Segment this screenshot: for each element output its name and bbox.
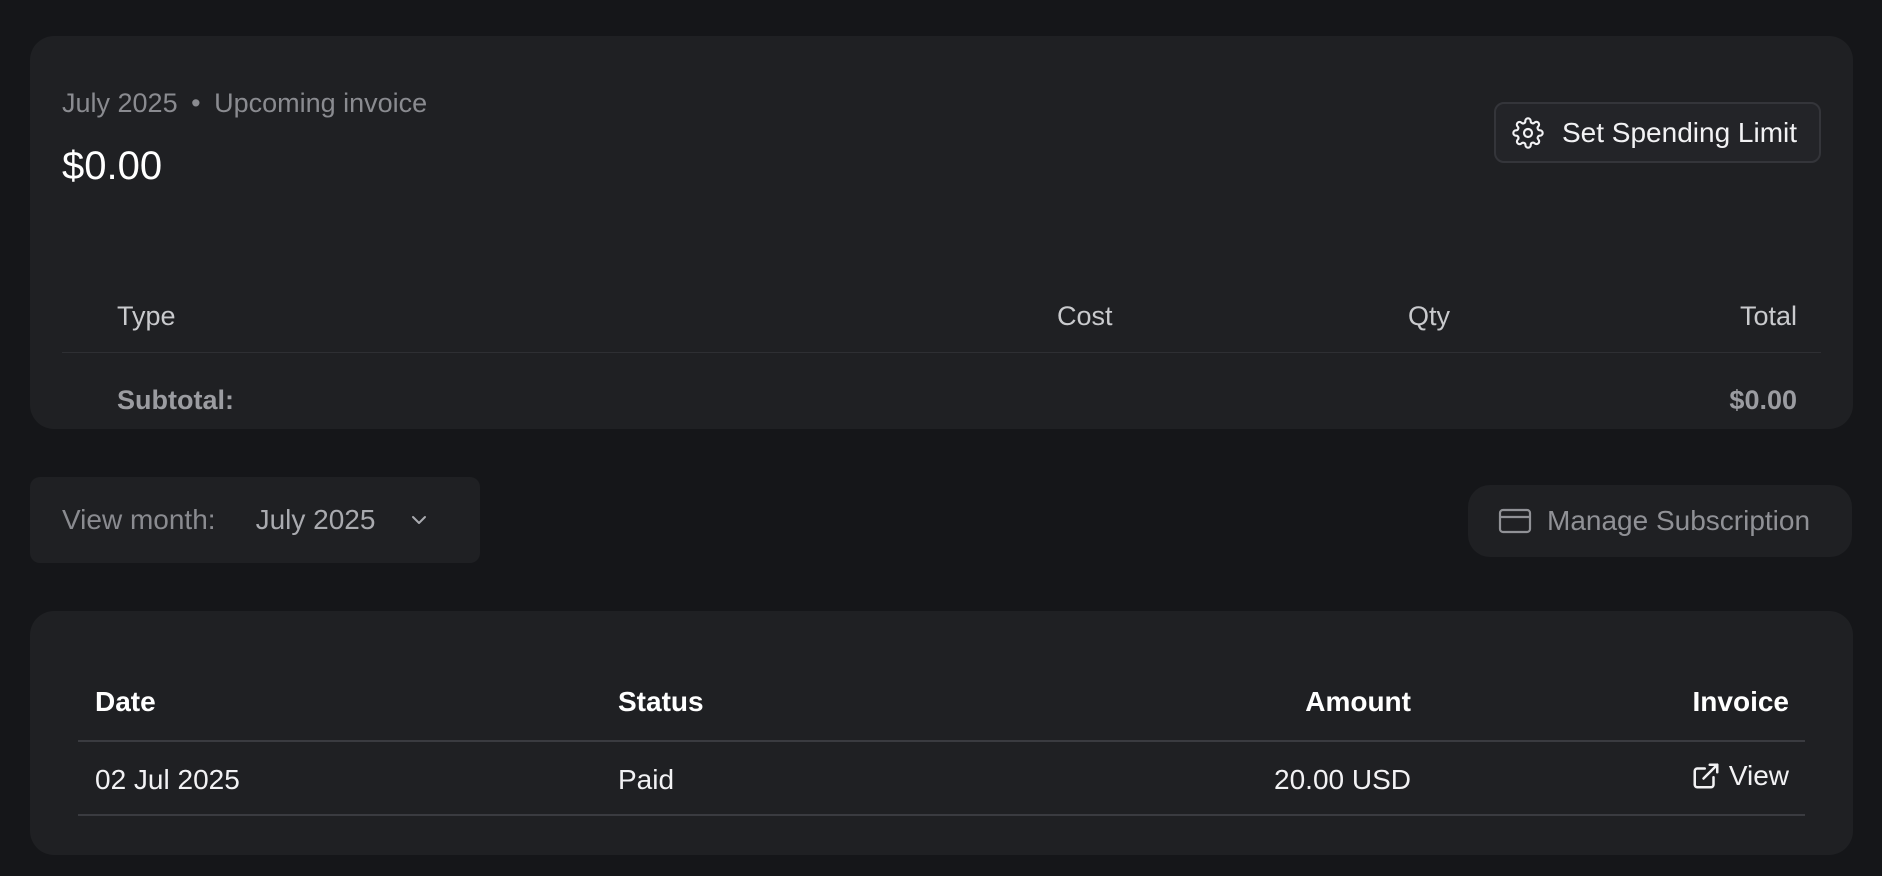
upcoming-invoice-card: July 2025 • Upcoming invoice $0.00 Set S…	[30, 36, 1853, 429]
view-month-value: July 2025	[255, 504, 376, 535]
view-invoice-label: View	[1728, 760, 1789, 791]
set-spending-limit-button[interactable]: Set Spending Limit	[1494, 102, 1821, 163]
header-date: Date	[95, 686, 156, 717]
external-link-icon	[1693, 763, 1719, 789]
header-cost: Cost	[1057, 301, 1113, 331]
chevron-down-icon	[412, 516, 427, 524]
row-date: 02 Jul 2025	[95, 764, 240, 795]
header-status: Status	[618, 686, 704, 717]
view-invoice-link[interactable]: View	[1691, 760, 1789, 792]
gear-icon	[1512, 116, 1544, 149]
manage-subscription-button[interactable]: Manage Subscription	[1468, 485, 1852, 557]
subtotal-row: Subtotal: $0.00	[62, 353, 1821, 431]
row-amount: 20.00 USD	[1274, 764, 1411, 795]
table-row: 02 Jul 2025 Paid 20.00 USD View	[78, 742, 1805, 816]
invoice-period: July 2025 • Upcoming invoice	[62, 88, 427, 119]
invoice-items-table: Type Cost Qty Total Subtotal: $0.00	[62, 266, 1821, 431]
manage-subscription-label: Manage Subscription	[1547, 505, 1811, 536]
view-month-label: View month:	[62, 504, 216, 535]
invoice-table-header: Type Cost Qty Total	[62, 266, 1821, 353]
header-amount: Amount	[1305, 686, 1411, 717]
invoice-history-card: Date Status Amount Invoice 02 Jul 2025 P…	[30, 611, 1853, 855]
view-month-dropdown[interactable]: View month: July 2025	[30, 477, 480, 563]
history-table-header: Date Status Amount Invoice	[78, 666, 1805, 742]
set-spending-limit-label: Set Spending Limit	[1562, 116, 1798, 148]
invoice-month: July 2025	[62, 88, 178, 118]
invoice-amount: $0.00	[62, 144, 163, 188]
header-total: Total	[1739, 301, 1797, 331]
subtotal-value: $0.00	[1729, 385, 1797, 415]
header-type: Type	[117, 301, 176, 331]
invoice-status-label: Upcoming invoice	[214, 88, 428, 118]
header-qty: Qty	[1408, 301, 1451, 331]
separator-dot: •	[191, 88, 201, 118]
header-invoice: Invoice	[1692, 686, 1789, 717]
row-status: Paid	[618, 764, 675, 795]
invoice-history-table: Date Status Amount Invoice 02 Jul 2025 P…	[78, 666, 1805, 816]
subtotal-label: Subtotal:	[117, 385, 234, 415]
credit-card-icon	[1498, 508, 1532, 534]
